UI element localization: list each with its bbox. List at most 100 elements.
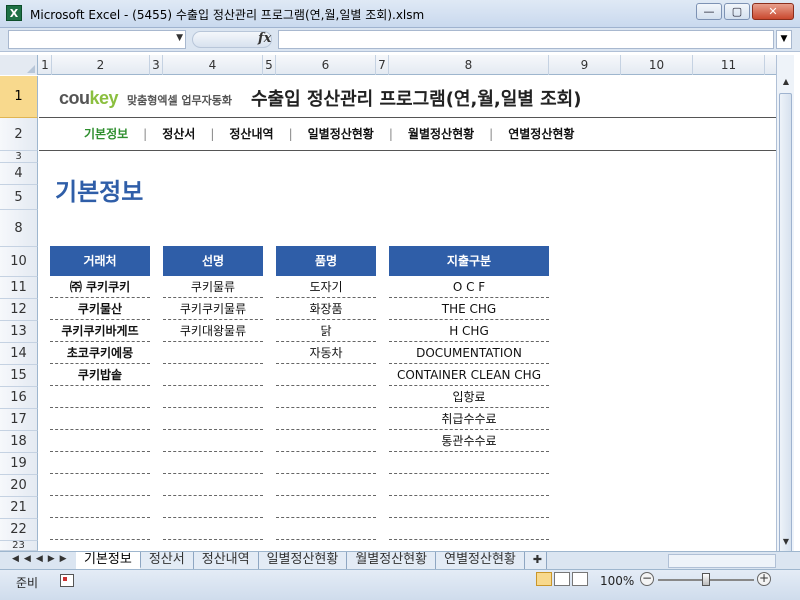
column-header[interactable]: 1 (39, 55, 52, 75)
maximize-button[interactable]: ▢ (724, 3, 750, 20)
item-cell[interactable] (276, 408, 376, 430)
item-cell[interactable] (276, 430, 376, 452)
sheet-tab-basic-info[interactable]: 기본정보 (76, 552, 141, 569)
item-cell[interactable]: 자동차 (276, 342, 376, 364)
expense-cell[interactable]: THE CHG (389, 298, 549, 320)
nav-link-basic-info[interactable]: 기본정보 (69, 125, 143, 142)
insert-function-icon[interactable]: fx (258, 31, 271, 46)
client-cell[interactable]: 초코쿠키에몽 (50, 342, 150, 364)
expense-cell[interactable]: CONTAINER CLEAN CHG (389, 364, 549, 386)
expense-cell[interactable] (389, 496, 549, 518)
row-header[interactable]: 21 (0, 497, 38, 519)
client-cell[interactable] (50, 430, 150, 452)
name-box[interactable]: ▼ (8, 30, 186, 49)
sheet-tab-daily-status[interactable]: 일별정산현황 (258, 552, 348, 569)
row-header[interactable]: 1 (0, 76, 38, 118)
scroll-thumb[interactable] (779, 93, 792, 563)
zoom-slider-thumb[interactable] (702, 573, 710, 586)
macro-record-icon[interactable] (60, 574, 74, 587)
client-cell[interactable] (50, 518, 150, 540)
row-header[interactable]: 8 (0, 210, 38, 247)
vessel-cell[interactable]: 쿠키대왕물류 (163, 320, 263, 342)
row-header[interactable]: 22 (0, 519, 38, 541)
zoom-in-icon[interactable]: + (757, 572, 771, 586)
client-cell[interactable] (50, 496, 150, 518)
item-cell[interactable] (276, 386, 376, 408)
expense-cell[interactable]: H CHG (389, 320, 549, 342)
row-header[interactable]: 16 (0, 387, 38, 409)
item-cell[interactable] (276, 474, 376, 496)
insert-sheet-icon[interactable]: ✚ (524, 552, 547, 569)
client-cell[interactable]: ㈜ 쿠키쿠키 (50, 276, 150, 298)
nav-link-settlement-details[interactable]: 정산내역 (214, 125, 288, 142)
expense-cell[interactable]: 입항료 (389, 386, 549, 408)
row-header[interactable]: 15 (0, 365, 38, 387)
row-header[interactable]: 19 (0, 453, 38, 475)
sheet-tab-yearly-status[interactable]: 연별정산현황 (436, 552, 525, 569)
zoom-level[interactable]: 100% (600, 574, 634, 588)
item-cell[interactable] (276, 496, 376, 518)
normal-view-icon[interactable] (536, 572, 552, 586)
client-cell[interactable] (50, 452, 150, 474)
nav-link-yearly-status[interactable]: 연별정산현황 (493, 125, 589, 142)
sheet-tab-settlement-details[interactable]: 정산내역 (193, 552, 259, 569)
vessel-cell[interactable] (163, 518, 263, 540)
vessel-cell[interactable] (163, 342, 263, 364)
client-cell[interactable]: 쿠키밥솥 (50, 364, 150, 386)
column-header[interactable]: 5 (263, 55, 276, 75)
column-header[interactable]: 6 (276, 55, 376, 75)
item-cell[interactable] (276, 364, 376, 386)
vessel-cell[interactable] (163, 408, 263, 430)
page-break-view-icon[interactable] (572, 572, 588, 586)
vessel-cell[interactable]: 쿠키쿠키물류 (163, 298, 263, 320)
item-cell[interactable]: 닭 (276, 320, 376, 342)
column-header[interactable]: 7 (376, 55, 389, 75)
chevron-down-icon[interactable]: ▼ (176, 33, 183, 43)
column-header[interactable]: 3 (150, 55, 163, 75)
vessel-cell[interactable] (163, 386, 263, 408)
zoom-out-icon[interactable]: − (640, 572, 654, 586)
expense-cell[interactable]: O C F (389, 276, 549, 298)
nav-link-monthly-status[interactable]: 월별정산현황 (393, 125, 489, 142)
row-header[interactable]: 23 (0, 541, 38, 551)
column-header[interactable]: 2 (52, 55, 150, 75)
row-header[interactable]: 14 (0, 343, 38, 365)
vertical-scrollbar[interactable]: ▲ ▼ (776, 55, 794, 563)
sheet-tab-monthly-status[interactable]: 월별정산현황 (347, 552, 437, 569)
row-header[interactable]: 4 (0, 163, 38, 185)
expense-cell[interactable]: DOCUMENTATION (389, 342, 549, 364)
expense-cell[interactable] (389, 452, 549, 474)
horizontal-scrollbar[interactable] (668, 554, 776, 568)
column-header[interactable]: 4 (163, 55, 263, 75)
row-header[interactable]: 17 (0, 409, 38, 431)
vessel-cell[interactable] (163, 430, 263, 452)
scroll-up-icon[interactable]: ▲ (779, 75, 793, 89)
vessel-cell[interactable] (163, 452, 263, 474)
expand-formula-icon[interactable]: ▼ (776, 30, 792, 49)
item-cell[interactable] (276, 518, 376, 540)
vessel-cell[interactable] (163, 474, 263, 496)
row-header[interactable]: 11 (0, 277, 38, 299)
page-layout-view-icon[interactable] (554, 572, 570, 586)
select-all-button[interactable] (0, 55, 38, 75)
vessel-cell[interactable]: 쿠키물류 (163, 276, 263, 298)
nav-link-daily-status[interactable]: 일별정산현황 (293, 125, 389, 142)
row-header[interactable]: 18 (0, 431, 38, 453)
row-header[interactable]: 20 (0, 475, 38, 497)
expense-cell[interactable] (389, 518, 549, 540)
row-header[interactable]: 3 (0, 151, 38, 163)
close-button[interactable]: ✕ (752, 3, 794, 20)
nav-link-statement[interactable]: 정산서 (147, 125, 210, 142)
formula-input[interactable] (278, 30, 774, 49)
item-cell[interactable]: 도자기 (276, 276, 376, 298)
minimize-button[interactable]: — (696, 3, 722, 20)
column-header[interactable]: 11 (693, 55, 765, 75)
row-header[interactable]: 13 (0, 321, 38, 343)
scroll-down-icon[interactable]: ▼ (779, 535, 793, 549)
item-cell[interactable]: 화장품 (276, 298, 376, 320)
vessel-cell[interactable] (163, 496, 263, 518)
client-cell[interactable] (50, 474, 150, 496)
row-header[interactable]: 2 (0, 118, 38, 151)
column-header[interactable]: 10 (621, 55, 693, 75)
expense-cell[interactable] (389, 474, 549, 496)
